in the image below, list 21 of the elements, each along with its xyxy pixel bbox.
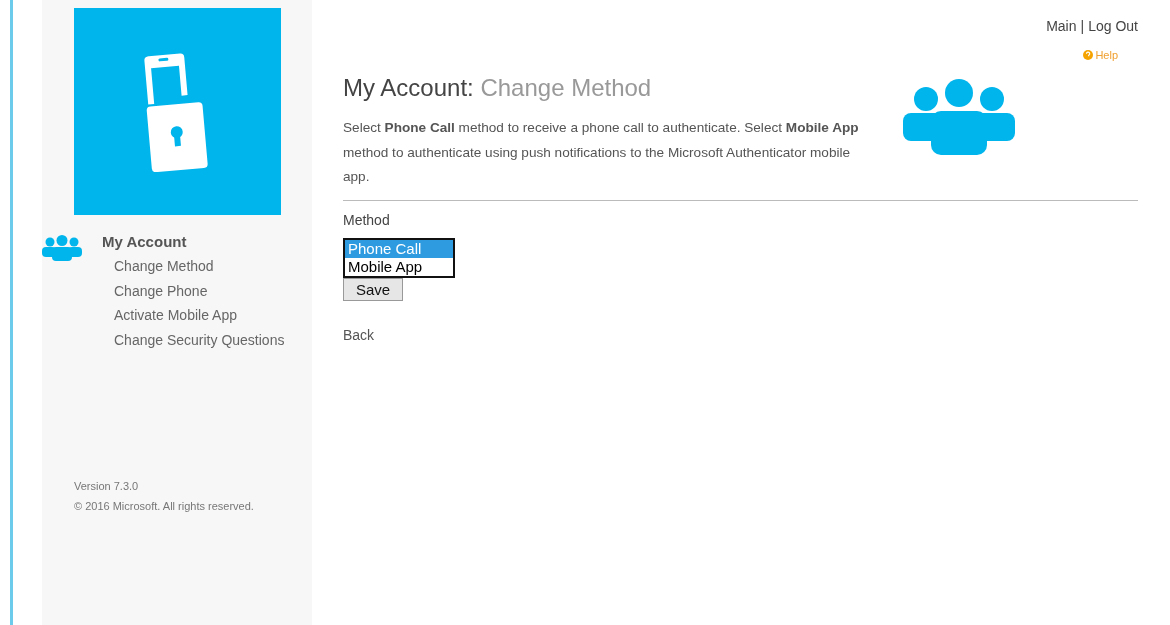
list-option[interactable]: Mobile App (345, 257, 453, 276)
field-label: Method (343, 211, 390, 228)
separator: | (1080, 18, 1085, 34)
help-icon (1083, 50, 1094, 60)
sidebar-link[interactable]: Change Method (114, 254, 285, 279)
page-title-prefix: My Account: (343, 74, 474, 101)
main-link[interactable]: Main (1046, 18, 1077, 34)
logout-link[interactable]: Log Out (1088, 18, 1138, 34)
people-icon (42, 235, 82, 261)
page-title: Change Method (480, 74, 652, 101)
back-link[interactable]: Back (343, 326, 375, 343)
save-button[interactable]: Save (343, 277, 404, 301)
sidebar-link[interactable]: Activate Mobile App (114, 303, 285, 328)
people-icon (903, 79, 1015, 155)
description-text: Select Phone Call method to receive a phone call to authenticate. Select Mobile App method to authenticate using push notifications to the Microsoft Authenticator mobile app. (343, 119, 860, 186)
sidebar-link[interactable]: Change Phone (114, 278, 285, 303)
method-listbox[interactable]: Phone Call Mobile App (343, 237, 455, 278)
sidebar-link[interactable]: Change Security Questions (114, 327, 285, 352)
section-title: My Account (102, 233, 188, 250)
version-text: Version 7.3.0 (74, 480, 140, 492)
copyright-text: © 2016 Microsoft. All rights reserved. (74, 500, 255, 512)
